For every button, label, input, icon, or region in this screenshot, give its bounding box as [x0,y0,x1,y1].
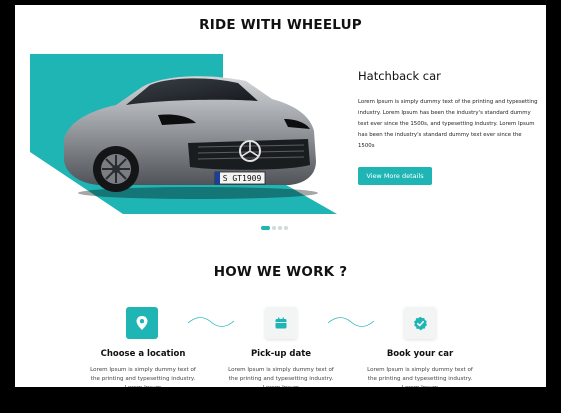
step-title: Choose a location [100,349,186,359]
step-description: Lorem Ipsum is simply dummy text of the … [90,367,196,387]
location-pin-icon [126,307,158,339]
carousel-dot[interactable] [284,226,288,230]
verified-badge-icon [404,307,436,339]
carousel-dot[interactable] [261,226,270,230]
step-title: Pick-up date [250,349,312,359]
connector-wave [187,317,235,327]
car-name: Hatchback car [358,69,441,83]
car-description: Lorem Ipsum is simply dummy text of the … [358,99,538,149]
carousel-dot[interactable] [278,226,282,230]
step-description: Lorem Ipsum is simply dummy text of the … [228,367,334,387]
license-plate: S GT1909 [223,174,262,183]
section-title: HOW WE WORK ? [213,264,348,280]
page-frame: RIDE WITH WHEELUP S GT1909 Hatchback car… [15,5,546,387]
connector-wave [327,317,375,327]
view-details-button[interactable]: View More details [358,167,432,185]
car-image: S GT1909 [64,76,318,199]
page-title: RIDE WITH WHEELUP [199,17,362,33]
carousel-dot[interactable] [272,226,276,230]
calendar-icon [265,307,297,339]
carousel-dots [261,225,288,231]
step-description: Lorem Ipsum is simply dummy text of the … [367,367,473,387]
step-title: Book your car [386,349,454,359]
